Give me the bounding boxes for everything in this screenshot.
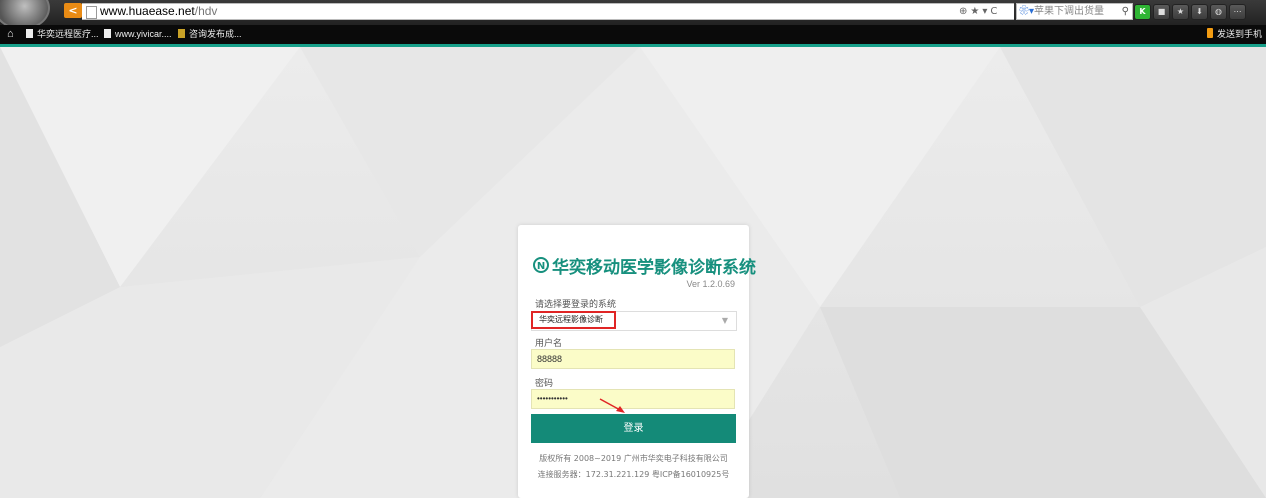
download-icon[interactable]: ⬇ bbox=[1191, 4, 1208, 20]
login-card: N 华奕移动医学影像诊断系统 Ver 1.2.0.69 请选择要登录的系统 华奕… bbox=[518, 225, 756, 498]
send-to-phone-label: 发送到手机 bbox=[1216, 29, 1262, 39]
address-actions: ⊕ ★ ▾ C bbox=[956, 3, 1014, 20]
version-label: Ver 1.2.0.69 bbox=[686, 279, 735, 289]
password-label: 密码 bbox=[535, 379, 554, 389]
gamepad-icon[interactable]: ◍ bbox=[1210, 4, 1227, 20]
system-selected-value: 华奕远程影像诊断 bbox=[531, 311, 616, 329]
favorite-icon[interactable]: ★ bbox=[970, 6, 979, 17]
logo-icon: N bbox=[533, 257, 549, 273]
search-icon[interactable]: ⚲ bbox=[1122, 4, 1129, 19]
bookmark-item[interactable]: www.yivicar.... bbox=[104, 25, 172, 44]
k-extension-button[interactable]: K bbox=[1134, 4, 1151, 20]
paw-icon[interactable]: ❀▾ bbox=[1019, 6, 1034, 17]
chevron-down-icon[interactable]: ▼ bbox=[722, 316, 728, 325]
page-icon bbox=[26, 29, 33, 38]
bookmark-label: www.yivicar.... bbox=[115, 29, 172, 39]
compat-icon[interactable]: ⊕ bbox=[959, 6, 967, 17]
logo: N 华奕移动医学影像诊断系统 bbox=[533, 254, 756, 278]
send-to-phone-button[interactable]: 发送到手机 bbox=[1206, 25, 1262, 44]
home-icon[interactable]: ⌂ bbox=[7, 28, 14, 41]
bookmark-label: 华奕远程医疗... bbox=[37, 29, 99, 39]
password-input[interactable]: ••••••••••• bbox=[531, 389, 735, 409]
back-button[interactable]: < bbox=[64, 3, 82, 18]
username-label: 用户名 bbox=[535, 339, 563, 349]
app-title: 华奕移动医学影像诊断系统 bbox=[552, 257, 756, 278]
bookmark-item[interactable]: 咨询发布成... bbox=[178, 25, 242, 44]
menu-icon[interactable]: ⋯ bbox=[1229, 4, 1246, 20]
dropdown-icon[interactable]: ▾ bbox=[982, 6, 987, 17]
url-text[interactable]: www.huaease.net/hdv bbox=[100, 4, 217, 19]
star-icon[interactable]: ★ bbox=[1172, 4, 1189, 20]
bookmarks-bar: ⌂ 华奕远程医疗... www.yivicar.... 咨询发布成... 发送到… bbox=[0, 25, 1266, 44]
url-path: /hdv bbox=[194, 4, 218, 18]
login-button[interactable]: 登录 bbox=[531, 414, 736, 443]
refresh-icon[interactable]: C bbox=[990, 6, 997, 17]
page-icon bbox=[104, 29, 111, 38]
system-select[interactable]: 华奕远程影像诊断 ▼ bbox=[531, 311, 737, 331]
url-host: www.huaease.net bbox=[100, 4, 195, 18]
arrow-annotation-icon bbox=[599, 398, 625, 413]
browser-toolbar: < www.huaease.net/hdv ⊕ ★ ▾ C ❀▾苹果下调出货量 ⚲ K… bbox=[0, 0, 1266, 30]
server-info-text: 连接服务器：172.31.221.129 粤ICP备16010925号 bbox=[537, 470, 730, 479]
search-box[interactable]: ❀▾苹果下调出货量 ⚲ bbox=[1016, 3, 1133, 20]
search-placeholder: 苹果下调出货量 bbox=[1034, 6, 1105, 17]
system-label: 请选择要登录的系统 bbox=[535, 300, 617, 310]
copyright-text: 版权所有 2008~2019 广州市华奕电子科技有限公司 bbox=[539, 454, 728, 463]
folder-icon bbox=[178, 29, 185, 38]
phone-icon bbox=[1206, 28, 1213, 38]
username-input[interactable]: 88888 bbox=[531, 349, 735, 369]
lock-icon[interactable]: ■ bbox=[1153, 4, 1170, 20]
address-bar[interactable]: www.huaease.net/hdv bbox=[82, 3, 967, 20]
bookmark-label: 咨询发布成... bbox=[189, 29, 242, 39]
page-icon bbox=[86, 6, 97, 19]
bookmark-item[interactable]: 华奕远程医疗... bbox=[26, 25, 99, 44]
